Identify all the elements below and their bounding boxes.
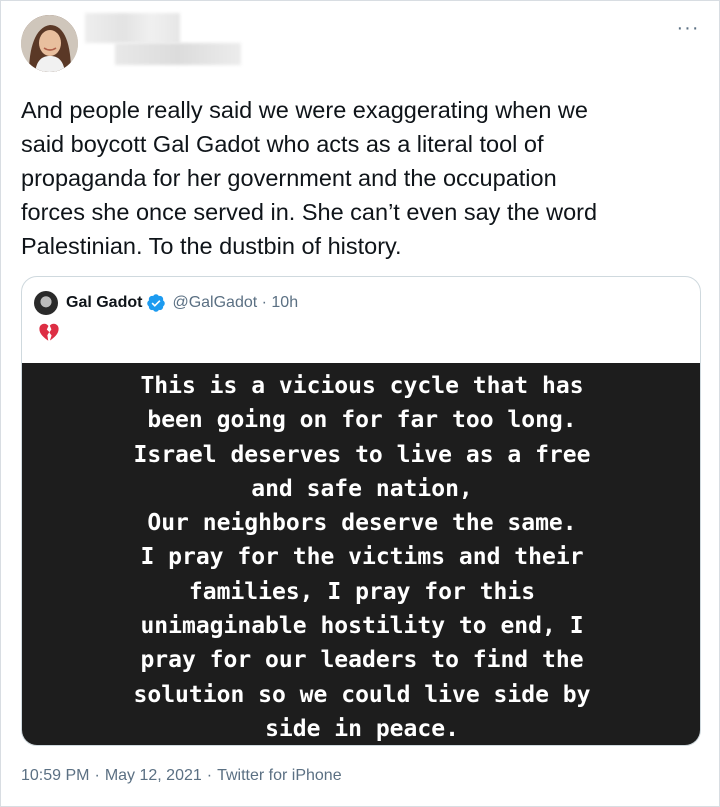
user-avatar-icon[interactable] xyxy=(21,15,78,72)
quoted-handle-time: @GalGadot · 10h xyxy=(172,294,299,311)
separator-dot: · xyxy=(206,767,213,784)
more-options-button[interactable]: ··· xyxy=(673,15,703,41)
quoted-tweet[interactable]: Gal Gadot @GalGadot · 10h This is a vici… xyxy=(21,276,701,746)
verified-badge-icon xyxy=(146,293,166,313)
quoted-tweet-header: Gal Gadot @GalGadot · 10h xyxy=(34,291,298,315)
quoted-story-image[interactable]: This is a vicious cycle that has been go… xyxy=(22,363,700,745)
broken-heart-icon xyxy=(38,321,60,343)
quoted-avatar-icon[interactable] xyxy=(34,291,58,315)
source-link[interactable]: Twitter for iPhone xyxy=(217,767,342,785)
tweet-text: And people really said we were exaggerat… xyxy=(21,97,598,259)
redacted-username xyxy=(115,43,241,65)
date-link[interactable]: May 12, 2021 xyxy=(105,767,202,785)
tweet-meta: 10:59 PM · May 12, 2021 · Twitter for iP… xyxy=(21,767,342,785)
tweet-card: ··· And people really said we were exagg… xyxy=(0,0,720,807)
redacted-display-name xyxy=(85,13,180,43)
quoted-author-name[interactable]: Gal Gadot xyxy=(66,294,142,312)
separator-dot: · xyxy=(94,767,100,784)
quoted-image-text: This is a vicious cycle that has been go… xyxy=(133,373,591,742)
timestamp-link[interactable]: 10:59 PM xyxy=(21,767,89,785)
